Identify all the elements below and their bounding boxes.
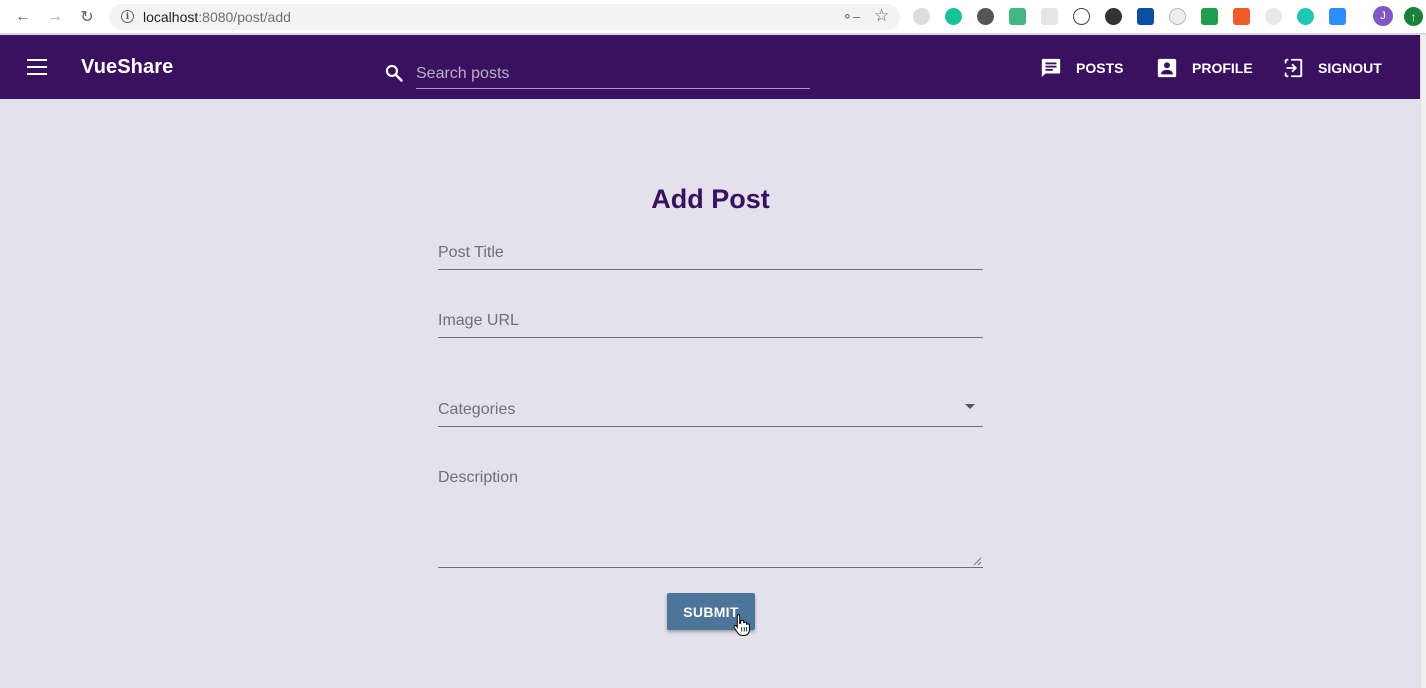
description-field[interactable]: Description (438, 463, 983, 568)
reload-icon[interactable]: ↻ (77, 7, 97, 27)
extension-icon[interactable] (1297, 8, 1314, 25)
site-info-icon[interactable]: i (121, 10, 134, 23)
dark-mode-extension-icon[interactable] (1105, 8, 1122, 25)
app-bar: VueShare POSTS PROFILE SIGNOUT (0, 35, 1420, 99)
brand-title[interactable]: VueShare (81, 56, 173, 79)
post-title-input[interactable] (438, 238, 983, 269)
nav-profile-label: PROFILE (1192, 60, 1253, 76)
extension-icon[interactable] (1041, 8, 1058, 25)
address-url: localhost:8080/post/add (143, 9, 291, 25)
extension-icon[interactable] (1201, 8, 1218, 25)
page-scrollbar[interactable] (1420, 35, 1426, 688)
nav-signout[interactable]: SIGNOUT (1282, 57, 1382, 79)
image-url-field[interactable]: Image URL (438, 306, 983, 338)
extension-icon[interactable] (1073, 8, 1090, 25)
image-url-input[interactable] (438, 306, 983, 337)
page-title: Add Post (651, 184, 770, 214)
post-title-field[interactable]: Post Title (438, 238, 983, 270)
vue-devtools-icon[interactable] (1009, 8, 1026, 25)
zoom-extension-icon[interactable] (1329, 8, 1346, 25)
browser-toolbar: ← → ↻ i localhost:8080/post/add ⚬– ☆ J ↑ (0, 0, 1426, 34)
extension-icon[interactable] (1233, 8, 1250, 25)
nav-profile[interactable]: PROFILE (1156, 57, 1253, 79)
grammarly-extension-icon[interactable] (945, 8, 962, 25)
categories-label: Categories (438, 401, 516, 418)
extension-icon[interactable] (1265, 8, 1282, 25)
address-bar[interactable]: i localhost:8080/post/add ⚬– ☆ (109, 4, 900, 30)
account-box-icon (1157, 58, 1177, 78)
dropdown-arrow-icon[interactable] (965, 404, 975, 409)
resize-grip-icon[interactable] (973, 557, 982, 566)
key-icon[interactable]: ⚬– (842, 9, 860, 25)
nav-posts[interactable]: POSTS (1040, 57, 1123, 79)
description-textarea[interactable] (438, 463, 983, 567)
profile-avatar[interactable]: J (1373, 6, 1393, 26)
menu-icon[interactable] (27, 59, 47, 75)
nav-posts-label: POSTS (1076, 60, 1124, 76)
extension-icon[interactable] (977, 8, 994, 25)
search-icon (385, 64, 403, 82)
extension-icon[interactable] (1169, 8, 1186, 25)
message-icon (1041, 58, 1061, 78)
search-input[interactable] (416, 59, 810, 89)
back-icon[interactable]: ← (13, 7, 33, 27)
extension-icon[interactable] (913, 8, 930, 25)
categories-select[interactable]: Categories (438, 395, 983, 427)
update-icon[interactable]: ↑ (1404, 7, 1423, 26)
nav-signout-label: SIGNOUT (1318, 60, 1382, 76)
hand-cursor-icon (733, 614, 750, 636)
bookmark-star-icon[interactable]: ☆ (874, 6, 889, 26)
forward-icon[interactable]: → (45, 7, 65, 27)
extension-icon[interactable] (1137, 8, 1154, 25)
exit-icon (1284, 58, 1303, 78)
